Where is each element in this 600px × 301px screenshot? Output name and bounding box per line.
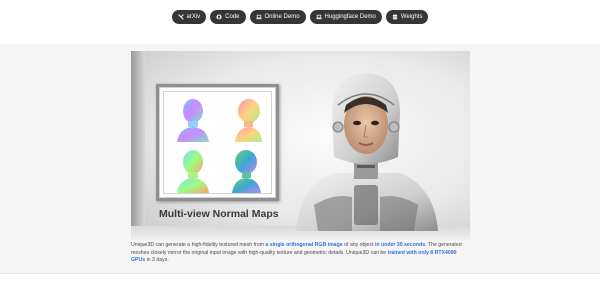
normal-maps-frame xyxy=(156,84,279,201)
database-icon xyxy=(392,14,398,20)
desc-text-2: of any object xyxy=(342,242,375,248)
arxiv-icon xyxy=(177,14,184,20)
desc-highlight-single-image: a single orthogonal RGB image xyxy=(265,242,343,248)
section-divider xyxy=(0,273,600,274)
teaser-caption: Multi-view Normal Maps xyxy=(159,208,279,220)
huggingface-demo-label: Huggingface Demo xyxy=(324,14,376,20)
code-label: Code xyxy=(225,14,240,20)
robot-portrait-image xyxy=(296,73,438,231)
laptop-icon xyxy=(255,14,262,20)
arxiv-button[interactable]: arXiv xyxy=(171,10,207,24)
header-bar: arXiv Code Online Demo Huggingface Demo … xyxy=(0,0,600,44)
arxiv-label: arXiv xyxy=(186,14,201,20)
teaser-image: Multi-view Normal Maps xyxy=(131,51,470,240)
online-demo-label: Online Demo xyxy=(264,14,300,20)
desc-text-4: in 3 days. xyxy=(145,257,169,264)
normal-map-profile xyxy=(232,150,261,193)
normal-map-front xyxy=(177,99,209,142)
teaser-description: Unique3D can generate a high-fidelity te… xyxy=(131,242,470,265)
room-wall xyxy=(131,51,145,240)
weights-label: Weights xyxy=(400,14,423,20)
code-button[interactable]: Code xyxy=(210,10,246,24)
huggingface-demo-button[interactable]: Huggingface Demo xyxy=(309,10,382,24)
link-buttons: arXiv Code Online Demo Huggingface Demo … xyxy=(0,10,600,24)
desc-highlight-time: in under 30 seconds xyxy=(374,242,426,248)
weights-button[interactable]: Weights xyxy=(385,10,429,24)
online-demo-button[interactable]: Online Demo xyxy=(249,10,306,24)
desc-text-1: Unique3D can generate a high-fidelity te… xyxy=(131,242,266,248)
normal-map-back xyxy=(177,150,209,193)
laptop-icon xyxy=(315,14,322,20)
normal-map-side xyxy=(235,99,262,142)
github-icon xyxy=(216,14,222,20)
